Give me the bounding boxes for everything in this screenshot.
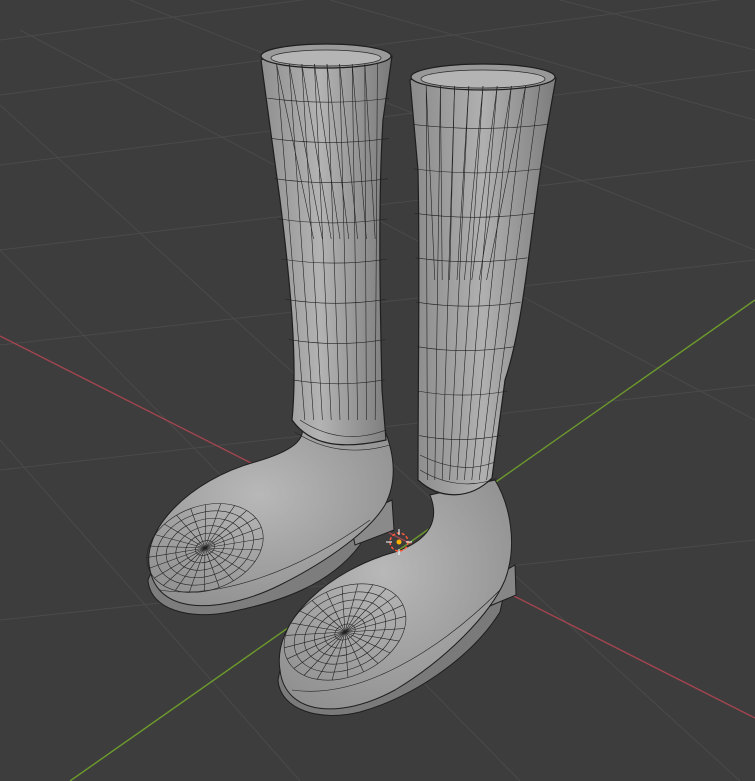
left-boot-mesh[interactable]	[134, 43, 395, 616]
viewport-canvas[interactable]	[0, 0, 755, 781]
3d-viewport[interactable]	[0, 0, 755, 781]
